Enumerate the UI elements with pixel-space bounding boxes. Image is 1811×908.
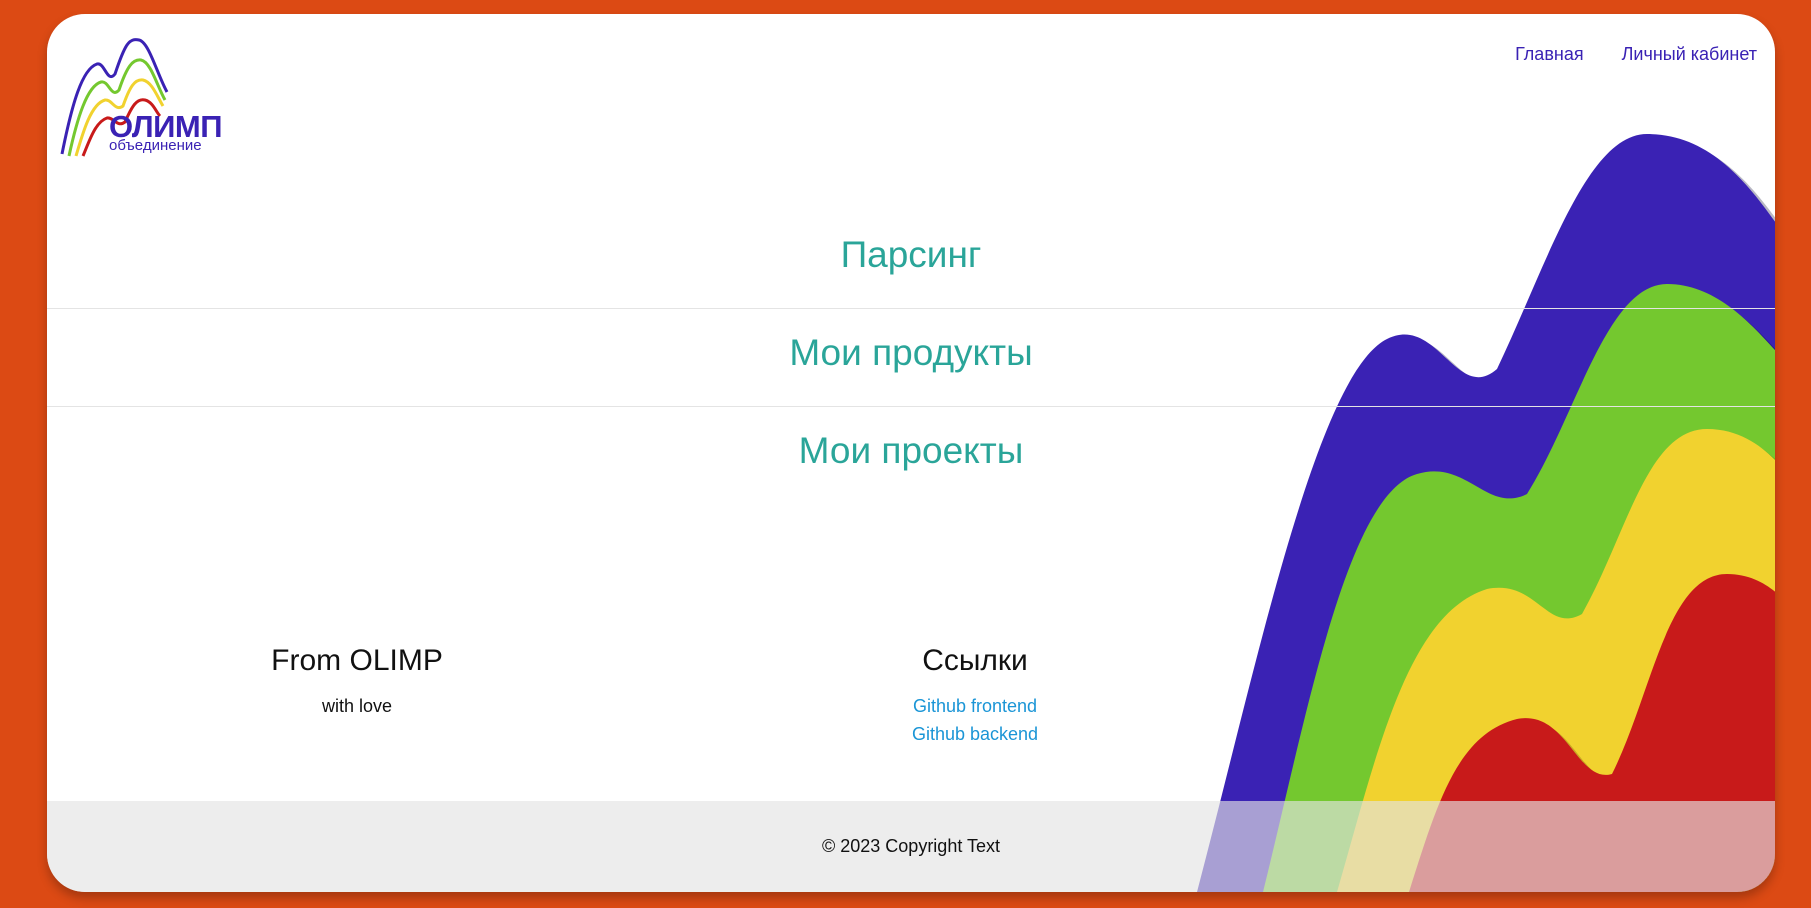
github-frontend-link[interactable]: Github frontend [825, 692, 1125, 720]
footer-links-column: Ссылки Github frontend Github backend [825, 644, 1125, 748]
footer-about-title: From OLIMP [271, 644, 443, 677]
top-nav: Главная Личный кабинет [1515, 44, 1757, 65]
copyright-text: © 2023 Copyright Text [821, 836, 1001, 856]
divider [47, 406, 1775, 407]
footer-about-column: From OLIMP with love [207, 644, 507, 717]
copyright-bar: © 2023 Copyright Text [47, 801, 1775, 892]
menu-item-parsing[interactable]: Парсинг [47, 234, 1775, 276]
logo-subtitle: объединение [109, 137, 202, 154]
footer-links-title: Ссылки [922, 644, 1028, 677]
footer-about-text: with love [321, 696, 393, 716]
github-backend-link[interactable]: Github backend [825, 720, 1125, 748]
logo[interactable]: ОЛИМП объединение [57, 24, 222, 164]
page-card: ОЛИМП объединение Главная Личный кабинет… [47, 14, 1775, 892]
divider [47, 308, 1775, 309]
nav-link-account[interactable]: Личный кабинет [1622, 44, 1757, 65]
nav-link-home[interactable]: Главная [1515, 44, 1584, 65]
menu-item-my-projects[interactable]: Мои проекты [47, 430, 1775, 472]
menu-item-my-products[interactable]: Мои продукты [47, 332, 1775, 374]
